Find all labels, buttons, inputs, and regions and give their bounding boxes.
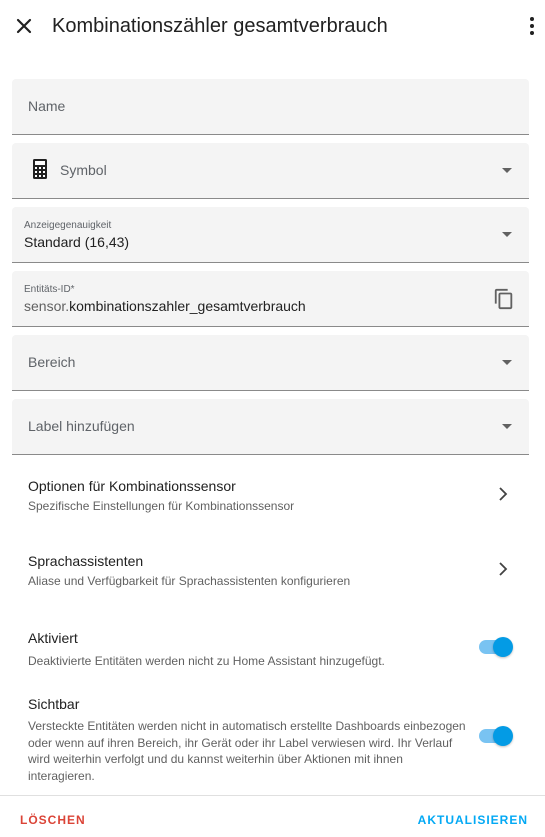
toggle-thumb (493, 726, 513, 746)
area-select[interactable]: Bereich (12, 335, 529, 391)
content-copy-icon[interactable] (493, 288, 515, 310)
name-field[interactable]: Name (12, 79, 529, 135)
voice-assistants-title: Sprachassistenten (28, 553, 144, 569)
entity-id-field[interactable]: Entitäts-ID* sensor.kombinationszahler_g… (12, 271, 529, 327)
entity-id-prefix: sensor. (24, 298, 70, 314)
visible-toggle[interactable] (477, 726, 513, 746)
menu-down-icon (502, 232, 512, 237)
entity-id-value: sensor.kombinationszahler_gesamtverbrauc… (24, 298, 306, 314)
more-options-button[interactable] (520, 14, 544, 38)
combination-options-subtitle: Spezifische Einstellungen für Kombinatio… (28, 499, 295, 513)
delete-button[interactable]: LÖSCHEN (20, 813, 86, 827)
calculator-icon (33, 159, 47, 179)
toggle-thumb (493, 637, 513, 657)
enabled-row: Aktiviert Deaktivierte Entitäten werden … (0, 622, 545, 672)
dots-vertical-icon (530, 17, 534, 35)
entity-id-text: kombinationszahler_gesamtverbrauch (69, 298, 306, 314)
visible-subtitle: Versteckte Entitäten werden nicht in aut… (28, 719, 466, 783)
update-button[interactable]: AKTUALISIEREN (418, 813, 528, 827)
area-placeholder: Bereich (28, 354, 76, 370)
close-icon (16, 18, 32, 34)
menu-down-icon (502, 168, 512, 173)
close-button[interactable] (12, 14, 36, 38)
entity-id-label: Entitäts-ID* (24, 284, 75, 295)
labels-select[interactable]: Label hinzufügen (12, 399, 529, 455)
visible-row: Sichtbar Versteckte Entitäten werden nic… (0, 688, 545, 783)
menu-down-icon (502, 424, 512, 429)
labels-placeholder: Label hinzufügen (28, 418, 135, 434)
name-placeholder: Name (28, 98, 66, 114)
display-precision-label: Anzeigegenauigkeit (24, 220, 112, 231)
enabled-subtitle: Deaktivierte Entitäten werden nicht zu H… (28, 654, 385, 668)
display-precision-value: Standard (16,43) (24, 234, 130, 250)
dialog-header: Kombinationszähler gesamtverbrauch (0, 0, 545, 52)
symbol-placeholder: Symbol (60, 162, 107, 178)
menu-down-icon (502, 360, 512, 365)
combination-options-title: Optionen für Kombinationssensor (28, 478, 236, 494)
visible-title: Sichtbar (28, 696, 80, 712)
footer-divider (0, 795, 545, 796)
voice-assistants-row[interactable]: Sprachassistenten Aliase und Verfügbarke… (0, 545, 545, 595)
combination-options-row[interactable]: Optionen für Kombinationssensor Spezifis… (0, 470, 545, 520)
symbol-field[interactable]: Symbol (12, 143, 529, 199)
enabled-title: Aktiviert (28, 630, 78, 646)
chevron-right-icon (499, 487, 508, 501)
dialog-title: Kombinationszähler gesamtverbrauch (52, 15, 388, 37)
enabled-toggle[interactable] (477, 637, 513, 657)
chevron-right-icon (499, 562, 508, 576)
display-precision-select[interactable]: Anzeigegenauigkeit Standard (16,43) (12, 207, 529, 263)
voice-assistants-subtitle: Aliase und Verfügbarkeit für Sprachassis… (28, 574, 351, 588)
